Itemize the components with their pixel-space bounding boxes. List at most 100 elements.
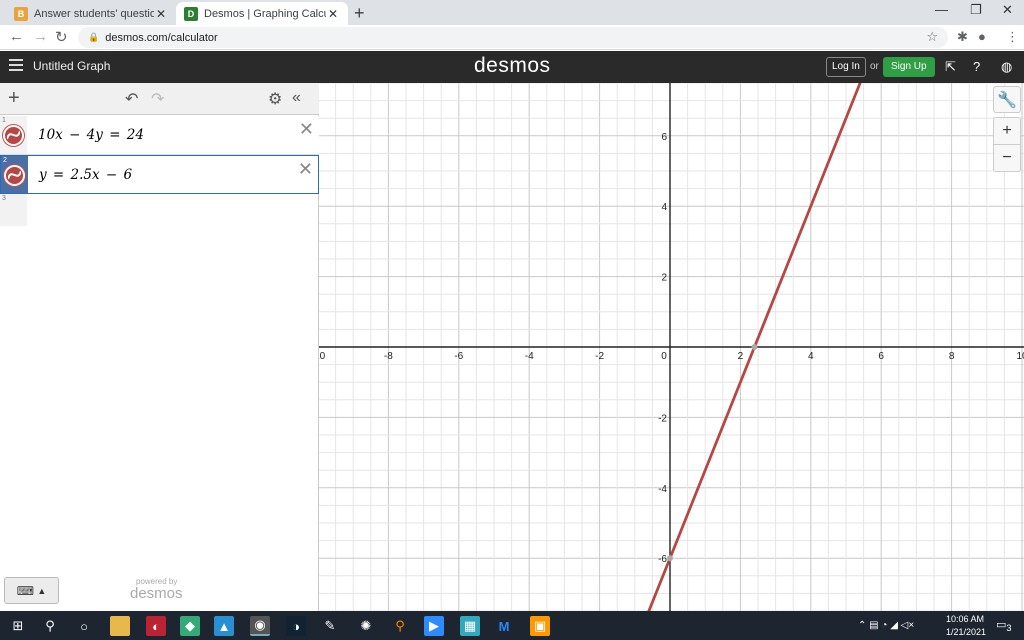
language-globe-icon[interactable]: ◍ — [1001, 59, 1012, 75]
window-close-icon[interactable]: ✕ — [1002, 2, 1013, 18]
y-tick-label: -2 — [658, 413, 667, 424]
delete-expression-icon[interactable]: ✕ — [298, 159, 313, 180]
keyboard-icon: ⌨ — [16, 583, 35, 598]
log-in-button[interactable]: Log In — [826, 57, 866, 77]
zoom-in-button[interactable]: + — [993, 117, 1021, 145]
url-text: desmos.com/calculator — [105, 31, 218, 44]
y-tick-label: -4 — [658, 484, 667, 495]
file-explorer-icon[interactable] — [110, 616, 130, 636]
new-tab-icon[interactable]: + — [354, 3, 365, 24]
help-icon[interactable]: ? — [973, 59, 980, 74]
app-icon[interactable]: ◑ — [286, 616, 306, 636]
graph-color-icon[interactable] — [3, 125, 24, 146]
app-icon[interactable]: ⚲ — [390, 616, 410, 636]
hamburger-menu-icon[interactable] — [9, 59, 23, 74]
desmos-header: Untitled Graph desmos Log In or Sign Up … — [0, 51, 1024, 83]
x-tick-label: 2 — [738, 351, 744, 362]
caret-up-icon: ▲ — [37, 585, 47, 596]
app-icon[interactable]: M — [494, 616, 514, 636]
delete-expression-icon[interactable]: ✕ — [299, 119, 314, 140]
tray-icons[interactable]: ⌃ ▤ ◔ ◢ ◁× — [858, 620, 914, 631]
share-icon[interactable]: ⇱ — [945, 59, 956, 75]
expression-index: 1 — [2, 117, 6, 124]
tab-answer-students[interactable]: B Answer students' questions and ✕ — [6, 2, 176, 25]
expression-index: 3 — [2, 195, 6, 202]
cortana-icon[interactable]: ○ — [74, 616, 94, 636]
back-arrow-icon[interactable]: ← — [9, 28, 24, 45]
tab-title: Desmos | Graphing Calculator — [204, 7, 326, 20]
keypad-toggle-button[interactable]: ⌨ ▲ — [4, 577, 59, 604]
windows-taskbar: ⊞ ⚲ ○ ◐ ◆ ▲ ◉ ◑ ✎ ✺ ⚲ ▶ ▦ M ▣ ⌃ ▤ ◔ ◢ ◁×… — [0, 611, 1024, 640]
notification-count: 3 — [1006, 623, 1012, 634]
collapse-panel-icon[interactable]: « — [292, 89, 301, 107]
clock-date[interactable]: 1/21/2021 — [946, 627, 986, 637]
browser-tab-strip: B Answer students' questions and ✕ D Des… — [0, 0, 1024, 25]
app-icon[interactable]: ✎ — [320, 616, 340, 636]
x-tick-label: -6 — [454, 351, 463, 362]
y-tick-label: -6 — [658, 554, 667, 565]
app-icon[interactable]: ▦ — [460, 616, 480, 636]
y-intercept-point[interactable] — [667, 555, 673, 562]
zoom-out-button[interactable]: − — [993, 144, 1021, 172]
settings-gear-icon[interactable]: ⚙ — [268, 89, 282, 109]
undo-icon[interactable]: ↶ — [125, 89, 138, 109]
or-text: or — [870, 61, 879, 72]
brainly-favicon-icon: B — [14, 6, 28, 21]
desmos-logo: desmos — [474, 54, 551, 77]
x-tick-label: 4 — [808, 351, 814, 362]
expression-list-panel: + ↶ ↷ ⚙ « 1 10x − 4y = 24 ✕ 2 y = 2.5x −… — [0, 83, 319, 611]
tab-desmos[interactable]: D Desmos | Graphing Calculator ✕ — [176, 2, 348, 25]
address-bar-row: ← → ↻ 🔒 desmos.com/calculator ☆ ✱ ● ⋮ — [0, 25, 1024, 50]
graph-settings-wrench-icon[interactable]: 🔧 — [993, 86, 1021, 113]
powered-by-logo: desmos — [130, 585, 183, 602]
app-icon[interactable]: ▣ — [530, 616, 550, 636]
tab-title: Answer students' questions and — [34, 7, 154, 20]
desmos-favicon-icon: D — [184, 6, 198, 21]
graph-canvas[interactable]: -10 -8 -6 -4 -2 0 2 4 6 8 10 6 4 2 -2 -4 -6 — [319, 83, 1024, 611]
x-tick-label: 8 — [949, 351, 955, 362]
clock-time[interactable]: 10:06 AM — [946, 614, 984, 624]
zoom-app-icon[interactable]: ▶ — [424, 616, 444, 636]
graph-title[interactable]: Untitled Graph — [33, 59, 110, 73]
app-icon[interactable]: ◆ — [180, 616, 200, 636]
x-intercept-point[interactable] — [751, 344, 758, 350]
redo-icon[interactable]: ↷ — [151, 89, 164, 109]
y-tick-label: 6 — [661, 132, 667, 143]
profile-avatar-icon[interactable]: ● — [978, 29, 986, 44]
expression-row[interactable]: 2 y = 2.5x − 6 ✕ — [0, 155, 319, 194]
x-tick-label: -8 — [384, 351, 393, 362]
x-tick-label: -4 — [525, 351, 534, 362]
chrome-icon[interactable]: ◉ — [250, 616, 270, 636]
app-icon[interactable]: ▲ — [214, 616, 234, 636]
url-field[interactable]: 🔒 desmos.com/calculator ☆ — [78, 27, 948, 48]
expression-input[interactable]: 10x − 4y = 24 — [38, 127, 144, 143]
app-icon[interactable]: ◐ — [146, 616, 166, 636]
add-item-icon[interactable]: + — [8, 87, 20, 110]
y-tick-label: 2 — [661, 273, 667, 284]
tab-close-icon[interactable]: ✕ — [326, 7, 340, 21]
sign-up-button[interactable]: Sign Up — [883, 57, 935, 77]
y-tick-label: 4 — [661, 202, 667, 213]
expression-index: 2 — [3, 157, 7, 164]
restore-icon[interactable]: ❐ — [970, 2, 982, 18]
search-icon[interactable]: ⚲ — [40, 616, 60, 636]
tab-close-icon[interactable]: ✕ — [154, 7, 168, 21]
windows-start-icon[interactable]: ⊞ — [8, 616, 28, 636]
notification-center-icon[interactable]: ▭3 — [996, 618, 1012, 633]
x-tick-label: -10 — [319, 351, 326, 362]
x-tick-label: 6 — [878, 351, 884, 362]
graph-color-icon[interactable] — [4, 165, 25, 186]
x-tick-label: 10 — [1016, 351, 1024, 362]
empty-expression-row[interactable]: 3 — [0, 194, 319, 226]
reload-icon[interactable]: ↻ — [55, 28, 68, 46]
browser-menu-icon[interactable]: ⋮ — [1006, 29, 1019, 45]
bookmark-star-icon[interactable]: ☆ — [926, 29, 938, 45]
expression-input[interactable]: y = 2.5x − 6 — [39, 167, 132, 183]
extensions-puzzle-icon[interactable]: ✱ — [957, 29, 968, 45]
app-icon[interactable]: ✺ — [356, 616, 376, 636]
x-tick-label: -2 — [595, 351, 604, 362]
expression-toolbar: + ↶ ↷ ⚙ « — [0, 83, 319, 115]
forward-arrow-icon[interactable]: → — [33, 28, 48, 45]
minimize-icon[interactable]: — — [935, 2, 948, 17]
expression-row[interactable]: 1 10x − 4y = 24 ✕ — [0, 116, 319, 155]
